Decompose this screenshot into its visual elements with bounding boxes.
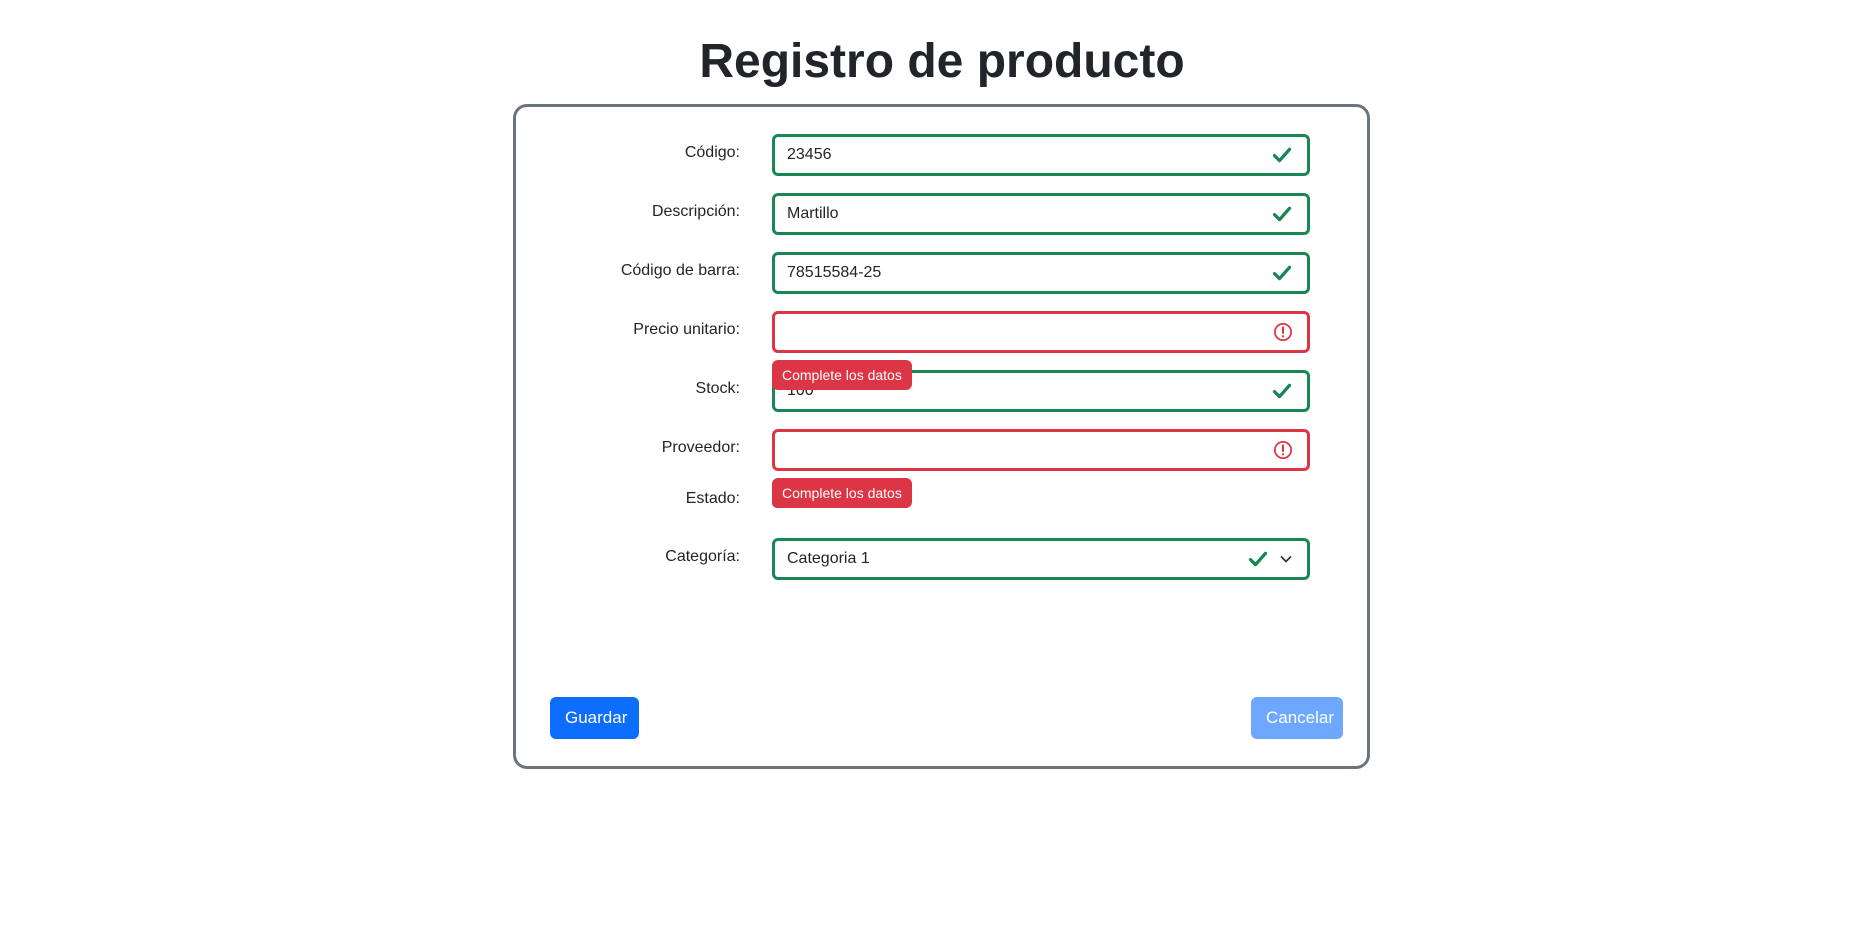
exclamation-circle-icon	[1274, 441, 1292, 459]
product-form-card: Código: Descripción: Código de barra: Pr…	[513, 104, 1370, 769]
form-row-descripcion: Descripción:	[516, 193, 1367, 235]
form-row-codigo: Código:	[516, 134, 1367, 176]
stock-label: Stock:	[695, 380, 740, 397]
proveedor-error-tooltip: Complete los datos	[772, 478, 912, 508]
descripcion-input[interactable]	[772, 193, 1310, 235]
check-icon	[1272, 206, 1292, 222]
form-row-stock: Stock:	[516, 370, 1367, 412]
categoria-select[interactable]: Categoria 1	[772, 538, 1310, 580]
codigo-input[interactable]	[772, 134, 1310, 176]
codigo-label: Código:	[684, 144, 740, 161]
estado-label: Estado:	[685, 490, 740, 507]
form-row-codigo-barra: Código de barra:	[516, 252, 1367, 294]
check-icon	[1272, 147, 1292, 163]
form-row-precio-unitario: Precio unitario:	[516, 311, 1367, 353]
form-row-estado: Estado:	[516, 480, 1367, 522]
check-icon	[1272, 383, 1292, 399]
codigo-barra-input[interactable]	[772, 252, 1310, 294]
page-title: Registro de producto	[699, 35, 1185, 88]
check-icon	[1248, 551, 1268, 567]
form-row-categoria: Categoría: Categoria 1	[516, 538, 1367, 580]
precio-unitario-input[interactable]	[772, 311, 1310, 353]
codigo-barra-label: Código de barra:	[620, 262, 740, 279]
chevron-down-icon[interactable]	[1278, 551, 1294, 567]
precio-unitario-label: Precio unitario:	[633, 321, 740, 338]
precio-unitario-error-tooltip: Complete los datos	[772, 360, 912, 390]
check-icon	[1272, 265, 1292, 281]
exclamation-circle-icon	[1274, 323, 1292, 341]
page: Registro de producto Código: Descripción…	[0, 0, 1869, 927]
categoria-selected-value: Categoria 1	[787, 550, 870, 567]
form-row-proveedor: Proveedor:	[516, 429, 1367, 471]
proveedor-input[interactable]	[772, 429, 1310, 471]
descripcion-label: Descripción:	[651, 203, 740, 220]
cancel-button[interactable]: Cancelar	[1251, 697, 1343, 739]
categoria-label: Categoría:	[665, 548, 740, 565]
proveedor-label: Proveedor:	[661, 439, 740, 456]
save-button[interactable]: Guardar	[550, 697, 639, 739]
